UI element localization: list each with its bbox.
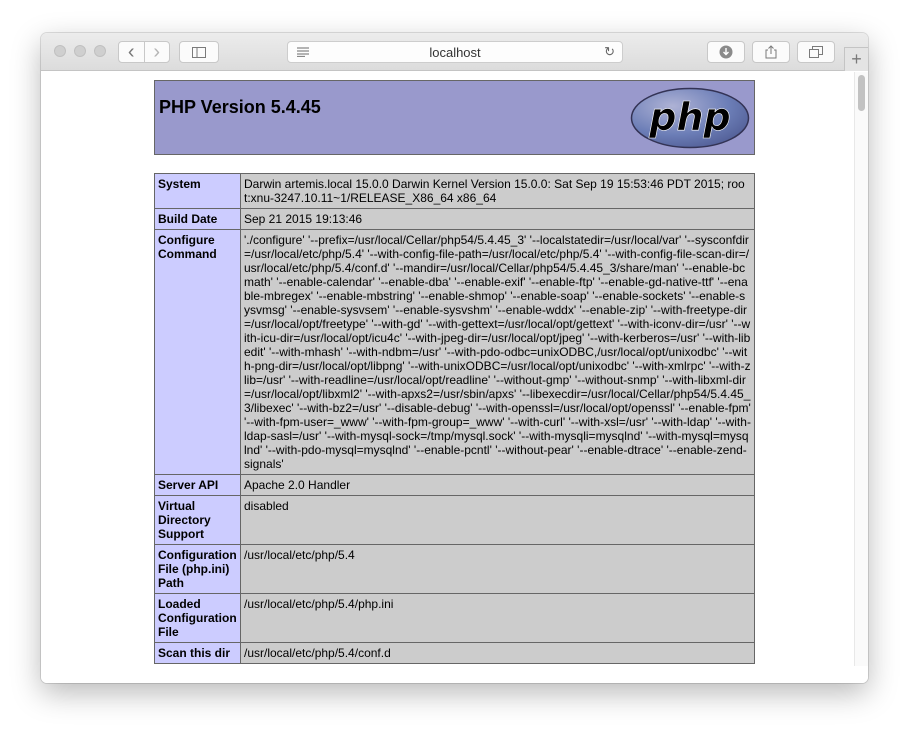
reload-icon[interactable]: ↻ [604, 44, 615, 60]
downloads-button[interactable] [707, 41, 745, 63]
table-row: Scan this dir /usr/local/etc/php/5.4/con… [154, 642, 755, 664]
row-value: disabled [240, 495, 755, 545]
row-value: /usr/local/etc/php/5.4/conf.d [240, 642, 755, 664]
table-row: Configure Command './configure' '--prefi… [154, 229, 755, 475]
new-tab-button[interactable]: + [844, 47, 868, 71]
row-label: Configure Command [154, 229, 241, 475]
scrollbar-thumb[interactable] [858, 75, 865, 111]
tabs-overview-button[interactable] [797, 41, 835, 63]
row-value: './configure' '--prefix=/usr/local/Cella… [240, 229, 755, 475]
row-value: /usr/local/etc/php/5.4/php.ini [240, 593, 755, 643]
page-title: PHP Version 5.4.45 [159, 97, 321, 117]
minimize-window-button[interactable] [74, 45, 86, 57]
table-row: System Darwin artemis.local 15.0.0 Darwi… [154, 173, 755, 209]
row-value: Darwin artemis.local 15.0.0 Darwin Kerne… [240, 173, 755, 209]
row-value: Apache 2.0 Handler [240, 474, 755, 496]
chevron-left-icon: ‹ [127, 41, 135, 63]
row-label: Loaded Configuration File [154, 593, 241, 643]
table-row: Build Date Sep 21 2015 19:13:46 [154, 208, 755, 230]
row-label: Configuration File (php.ini) Path [154, 544, 241, 594]
php-logo[interactable]: php [630, 87, 750, 149]
table-row: Server API Apache 2.0 Handler [154, 474, 755, 496]
php-version-header: PHP Version 5.4.45 php [154, 80, 755, 155]
sidebar-icon [192, 46, 206, 58]
navigation-buttons: ‹ › [118, 41, 170, 63]
php-logo-text: php [648, 95, 730, 139]
row-value: /usr/local/etc/php/5.4 [240, 544, 755, 594]
browser-window: ‹ › localhost ↻ + PHP Version 5.4.45 php… [41, 33, 868, 683]
row-label: Build Date [154, 208, 241, 230]
row-label: Scan this dir [154, 642, 241, 664]
chevron-right-icon: › [153, 41, 161, 63]
url-text: localhost [429, 45, 481, 60]
row-label: System [154, 173, 241, 209]
download-icon [719, 45, 733, 59]
zoom-window-button[interactable] [94, 45, 106, 57]
row-value: Sep 21 2015 19:13:46 [240, 208, 755, 230]
vertical-scrollbar[interactable] [854, 72, 868, 666]
sidebar-button[interactable] [179, 41, 219, 63]
browser-toolbar: ‹ › localhost ↻ + [41, 33, 868, 71]
back-button[interactable]: ‹ [119, 42, 144, 62]
address-bar[interactable]: localhost ↻ [287, 41, 623, 63]
table-row: Loaded Configuration File /usr/local/etc… [154, 593, 755, 643]
page-content[interactable]: PHP Version 5.4.45 php System Darwin art… [41, 72, 868, 683]
table-row: Virtual Directory Support disabled [154, 495, 755, 545]
php-info-table: System Darwin artemis.local 15.0.0 Darwi… [154, 173, 755, 664]
share-icon [765, 45, 777, 59]
row-label: Server API [154, 474, 241, 496]
tabs-icon [809, 46, 823, 58]
share-button[interactable] [752, 41, 790, 63]
row-label: Virtual Directory Support [154, 495, 241, 545]
forward-button[interactable]: › [143, 41, 170, 63]
plus-icon: + [851, 49, 862, 69]
table-row: Configuration File (php.ini) Path /usr/l… [154, 544, 755, 594]
close-window-button[interactable] [54, 45, 66, 57]
